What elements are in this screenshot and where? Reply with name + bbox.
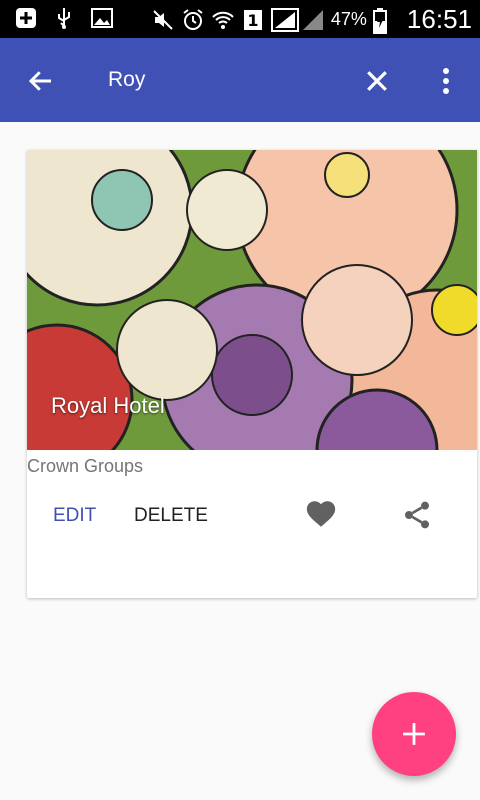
app-bar: Roy [0, 38, 480, 122]
image-icon [90, 6, 114, 30]
mute-icon [151, 8, 175, 32]
usb-icon [52, 6, 76, 30]
edit-button[interactable]: EDIT [53, 505, 96, 527]
card-subtitle: Crown Groups [27, 456, 144, 476]
image-caption: Royal Hotel [51, 393, 165, 418]
battery-percent: 47% [330, 9, 367, 29]
back-arrow-icon[interactable] [26, 66, 56, 96]
add-fab-button[interactable] [372, 692, 456, 776]
add-box-icon [14, 6, 38, 30]
delete-button[interactable]: DELETE [134, 505, 208, 527]
status-bar: 1 47% 16:51 [0, 0, 480, 38]
more-vert-icon[interactable] [434, 64, 458, 98]
signal-empty-icon [301, 8, 325, 32]
search-query-text[interactable]: Roy [108, 68, 145, 92]
signal-icon [270, 7, 299, 32]
plus-icon [401, 721, 427, 747]
clock: 16:51 [406, 4, 472, 34]
alarm-icon [181, 8, 205, 32]
svg-text:1: 1 [247, 11, 258, 30]
favorite-heart-icon[interactable] [304, 497, 338, 531]
share-icon[interactable] [401, 499, 433, 531]
hotel-image[interactable]: Royal Hotel [27, 150, 477, 450]
close-icon[interactable] [362, 66, 392, 96]
hotel-card: Royal Hotel Crown Groups EDIT DELETE [27, 150, 477, 598]
battery-icon [372, 7, 397, 34]
wifi-icon [211, 8, 235, 32]
sim-1-icon: 1 [241, 8, 265, 32]
